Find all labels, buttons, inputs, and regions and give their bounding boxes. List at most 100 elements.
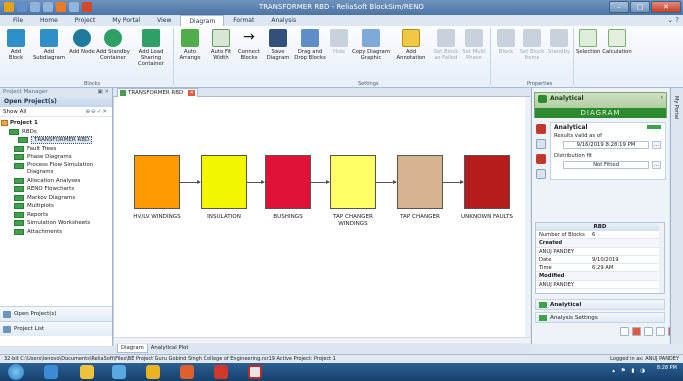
tab-analysis[interactable]: Analysis: [263, 15, 304, 26]
block-button[interactable]: Block: [494, 29, 518, 55]
auto-arrange-button[interactable]: Auto Arrange: [174, 29, 206, 61]
markov-icon: [14, 194, 24, 201]
grid-view-icon[interactable]: [620, 327, 629, 336]
add-node-button[interactable]: Add Node: [69, 29, 95, 55]
ie-icon[interactable]: [44, 365, 58, 379]
tab-analytical-plot[interactable]: Analytical Plot: [148, 344, 192, 353]
app-icon[interactable]: [180, 365, 194, 379]
help-icon[interactable]: ⌄ ?: [667, 16, 679, 24]
results-valid-button[interactable]: …: [652, 141, 661, 149]
standby-button[interactable]: Standby: [547, 29, 571, 55]
add-subdiagram-button[interactable]: Add Subdiagram: [31, 29, 67, 61]
settings-icon[interactable]: [536, 154, 546, 164]
analysis-settings-button[interactable]: Analysis Settings: [535, 312, 665, 323]
group-label-settings: Settings: [358, 81, 379, 87]
project-list-button[interactable]: Project List: [0, 321, 112, 336]
close-tab-icon[interactable]: ✕: [188, 90, 196, 96]
set-block-failed-button[interactable]: Set Block as Failed: [432, 29, 460, 61]
tree-item-simulation-worksheets[interactable]: Simulation Worksheets: [0, 219, 112, 228]
start-button[interactable]: [8, 364, 24, 380]
load-sharing-icon: [142, 29, 160, 47]
flag-icon[interactable]: [632, 327, 641, 336]
tree-item-multiplots[interactable]: Multiplots: [0, 202, 112, 211]
minimize-button[interactable]: –: [609, 1, 629, 13]
table-row: Time 6:29 AM: [536, 264, 664, 273]
block-bushings[interactable]: [265, 155, 311, 209]
tree-item-phase-diagrams[interactable]: Phase Diagrams: [0, 153, 112, 162]
tree-item-allocation-analyses[interactable]: Allocation Analyses: [0, 177, 112, 186]
tree-item-fault-trees[interactable]: Fault Trees: [0, 145, 112, 154]
horizontal-scrollbar[interactable]: [114, 337, 530, 343]
connector-arrow[interactable]: [311, 180, 330, 184]
settings-icon: [539, 315, 547, 321]
connector-arrow[interactable]: [443, 180, 464, 184]
connector-arrow[interactable]: [376, 180, 397, 184]
open-projects-button[interactable]: Open Project(s): [0, 306, 112, 321]
add-block-button[interactable]: Add Block: [3, 29, 29, 61]
tree-item-process-flow[interactable]: Process Flow Simulation Diagrams: [0, 162, 112, 177]
close-button[interactable]: ✕: [651, 1, 681, 13]
table-row: Number of Blocks 6: [536, 231, 664, 240]
block-tap-changer[interactable]: [397, 155, 443, 209]
curve-icon[interactable]: [536, 139, 546, 149]
calculation-button[interactable]: Calculation: [602, 29, 632, 55]
chevron-right-icon[interactable]: ›: [661, 94, 663, 101]
save-diagram-button[interactable]: Save Diagram: [264, 29, 292, 61]
explorer-icon[interactable]: [80, 365, 94, 379]
tab-home[interactable]: Home: [32, 15, 66, 26]
media-player-icon[interactable]: [112, 365, 126, 379]
block-tap-changer-windings[interactable]: [330, 155, 376, 209]
auto-fit-width-button[interactable]: Auto Fit Width: [208, 29, 234, 61]
tab-my-portal[interactable]: My Portal: [104, 15, 148, 26]
connector-arrow[interactable]: [247, 180, 265, 184]
tab-diagram[interactable]: Diagram: [180, 15, 225, 26]
tree-item-rbds[interactable]: RBDs: [0, 128, 112, 137]
diagram-canvas[interactable]: HV/LV WINDINGS INSULATION BUSHINGS TAP C…: [113, 97, 530, 343]
tab-diagram-view[interactable]: Diagram: [117, 344, 148, 353]
distribution-button[interactable]: …: [652, 161, 661, 169]
tab-project[interactable]: Project: [67, 15, 104, 26]
chrome-icon[interactable]: [146, 365, 160, 379]
drag-drop-blocks-button[interactable]: Drag and Drop Blocks: [294, 29, 326, 61]
refresh-icon[interactable]: [656, 327, 665, 336]
tree-item-transformer-rbd[interactable]: TRANSFORMER RBD: [0, 136, 112, 145]
maximize-button[interactable]: □: [630, 1, 650, 13]
show-filter[interactable]: Show All ⊕⊖✓✕: [0, 107, 112, 117]
add-load-sharing-container-button[interactable]: Add Load Sharing Container: [131, 29, 171, 67]
tree-item-reno-flowcharts[interactable]: RENO Flowcharts: [0, 185, 112, 194]
add-annotation-button[interactable]: Add Annotation: [393, 29, 429, 61]
analytical-section-button[interactable]: Analytical: [535, 299, 665, 310]
block-hv-lv-windings[interactable]: [134, 155, 180, 209]
panel-close-icon[interactable]: ▣ ✕: [97, 88, 109, 97]
system-tray[interactable]: ▴ ⚑ ▮ ◑: [612, 368, 647, 374]
clock[interactable]: 8:28 PM: [657, 365, 677, 372]
block-insulation[interactable]: [201, 155, 247, 209]
table-scrollbar[interactable]: [659, 223, 664, 293]
tab-file[interactable]: File: [5, 15, 31, 26]
document-tab-transformer-rbd[interactable]: TRANSFORMER RBD ✕: [117, 88, 199, 97]
tree-tools-icon[interactable]: ⊕⊖✓✕: [86, 107, 108, 117]
add-standby-container-button[interactable]: Add Standby Container: [96, 29, 130, 61]
set-multi-phase-button[interactable]: Set Multi Phase: [461, 29, 487, 61]
my-portal-side-tab[interactable]: My Portal: [670, 88, 683, 344]
connector-arrow[interactable]: [180, 180, 201, 184]
block-list-icon: [497, 29, 515, 47]
set-block-items-button[interactable]: Set Block Items: [519, 29, 545, 61]
connect-blocks-button[interactable]: → Connect Blocks: [236, 29, 262, 61]
selection-button[interactable]: Selection: [576, 29, 600, 55]
plot-icon[interactable]: [536, 169, 546, 179]
tab-format[interactable]: Format: [225, 15, 262, 26]
tab-view[interactable]: View: [149, 15, 179, 26]
pdf-icon[interactable]: [214, 365, 228, 379]
reliasoft-icon[interactable]: [248, 365, 262, 379]
tree-project[interactable]: Project 1: [0, 119, 112, 128]
hide-button[interactable]: Hide: [330, 29, 348, 55]
copy-diagram-graphic-button[interactable]: Copy Diagram Graphic: [352, 29, 390, 61]
tree-item-markov-diagrams[interactable]: Markov Diagrams: [0, 194, 112, 203]
tree-item-reports[interactable]: Reports: [0, 211, 112, 220]
vertical-scrollbar[interactable]: [525, 97, 530, 337]
question-icon[interactable]: [644, 327, 653, 336]
tree-item-attachments[interactable]: Attachments: [0, 228, 112, 237]
block-unknown-faults[interactable]: [464, 155, 510, 209]
analytical-icon[interactable]: [536, 124, 546, 134]
